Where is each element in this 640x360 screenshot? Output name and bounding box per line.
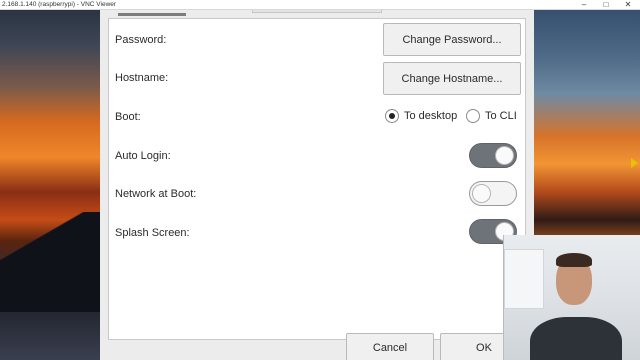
- presenter-hair: [556, 253, 592, 267]
- system-settings-panel: Password: Change Password... Hostname: C…: [108, 18, 526, 340]
- network-at-boot-toggle[interactable]: [469, 181, 517, 206]
- configuration-dialog: Password: Change Password... Hostname: C…: [100, 10, 534, 360]
- presenter-body: [530, 317, 622, 360]
- boot-label: Boot:: [115, 111, 141, 123]
- desktop-wallpaper-left: [0, 10, 100, 360]
- webcam-background-window: [504, 249, 544, 309]
- boot-to-cli-label: To CLI: [485, 110, 517, 122]
- hostname-label: Hostname:: [115, 72, 169, 84]
- close-button[interactable]: ✕: [622, 0, 634, 10]
- radio-selected-icon[interactable]: [385, 109, 399, 123]
- minimize-button[interactable]: –: [578, 0, 590, 10]
- change-password-button[interactable]: Change Password...: [383, 23, 521, 56]
- cancel-button[interactable]: Cancel: [346, 333, 434, 360]
- boot-to-cli-option[interactable]: To CLI: [466, 109, 517, 123]
- boot-to-desktop-option[interactable]: To desktop: [385, 109, 457, 123]
- radio-unselected-icon[interactable]: [466, 109, 480, 123]
- window-title: 2.168.1.140 (raspberrypi) - VNC Viewer: [2, 1, 117, 8]
- mouse-cursor-icon: [631, 158, 638, 168]
- tab-active-indicator[interactable]: [118, 13, 186, 16]
- tab-strip: [108, 10, 526, 18]
- splash-screen-label: Splash Screen:: [115, 227, 190, 239]
- auto-login-toggle[interactable]: [469, 143, 517, 168]
- toggle-knob: [495, 146, 514, 165]
- change-hostname-button[interactable]: Change Hostname...: [383, 62, 521, 95]
- vnc-title-bar: 2.168.1.140 (raspberrypi) - VNC Viewer –…: [0, 0, 640, 10]
- webcam-overlay: [503, 235, 640, 360]
- network-at-boot-label: Network at Boot:: [115, 188, 197, 200]
- toggle-knob: [472, 184, 491, 203]
- maximize-button[interactable]: □: [600, 0, 612, 10]
- tab-edge[interactable]: [252, 10, 382, 13]
- password-label: Password:: [115, 34, 167, 46]
- auto-login-label: Auto Login:: [115, 150, 171, 162]
- boot-to-desktop-label: To desktop: [404, 110, 458, 122]
